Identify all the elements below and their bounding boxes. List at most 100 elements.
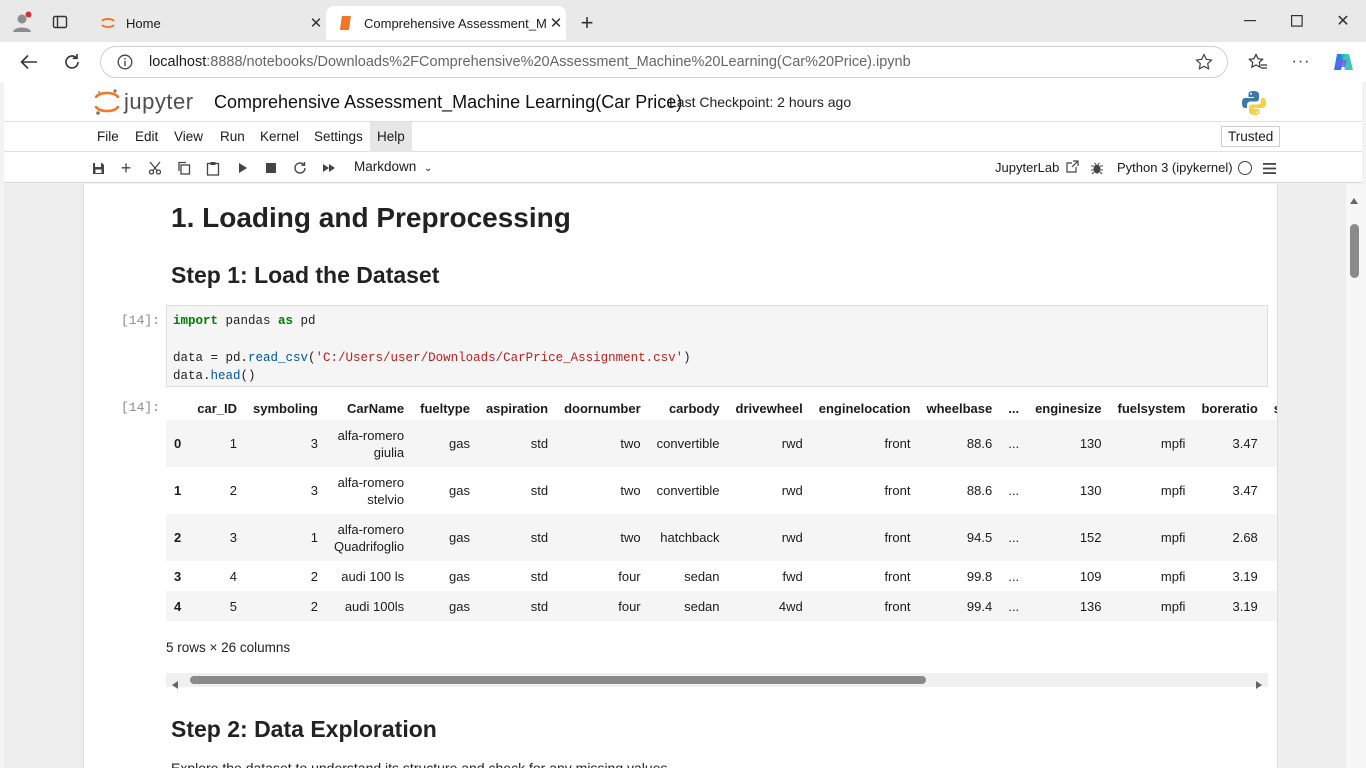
heading-step1: Step 1: Load the Dataset bbox=[171, 262, 440, 288]
profile-avatar-icon[interactable] bbox=[10, 10, 34, 34]
copy-icon[interactable] bbox=[174, 158, 194, 178]
kernel-name[interactable]: Python 3 (ipykernel) bbox=[1117, 160, 1233, 175]
save-icon[interactable] bbox=[88, 158, 108, 178]
column-header: enginelocation bbox=[818, 400, 911, 416]
add-cell-icon[interactable]: + bbox=[116, 158, 136, 178]
cell-enginelocation: front bbox=[884, 598, 911, 614]
cell-boreratio: 3.47 bbox=[1232, 436, 1258, 451]
cell-fuelsystem: mpfi bbox=[1160, 483, 1186, 498]
menu-settings[interactable]: Settings bbox=[307, 122, 370, 152]
cell-fuelsystem: mpfi bbox=[1160, 568, 1186, 584]
favorites-icon[interactable] bbox=[1247, 51, 1269, 73]
browser-tab-bar: Home ✕ Comprehensive Assessment_Mac ✕ + … bbox=[0, 0, 1366, 42]
jupyterlab-link[interactable]: JupyterLab bbox=[995, 160, 1079, 175]
cut-icon[interactable] bbox=[145, 158, 165, 178]
cell-fueltype: gas bbox=[448, 530, 470, 545]
horizontal-scrollbar-thumb[interactable] bbox=[190, 676, 926, 684]
stop-icon[interactable] bbox=[261, 158, 281, 178]
menu-edit[interactable]: Edit bbox=[128, 122, 165, 152]
cell-type-select[interactable]: Markdown ⌄ bbox=[354, 159, 432, 174]
chevron-down-icon: ⌄ bbox=[424, 163, 433, 174]
cell-type-value: Markdown bbox=[354, 159, 417, 174]
tab-actions-icon[interactable] bbox=[50, 12, 70, 32]
cell-stroke: 3.40 bbox=[1266, 561, 1277, 591]
menu-view[interactable]: View bbox=[167, 122, 210, 152]
reload-icon[interactable] bbox=[61, 51, 83, 73]
url-host: localhost bbox=[149, 54, 207, 70]
cell-stroke: 3.47 bbox=[1266, 514, 1277, 561]
close-tab-icon[interactable]: ✕ bbox=[306, 14, 326, 32]
carname-line: alfa-romero bbox=[337, 474, 405, 490]
cell-carbody: convertible bbox=[656, 483, 720, 498]
minimize-icon[interactable] bbox=[1240, 10, 1260, 32]
cell-car_id: 4 bbox=[229, 568, 237, 584]
menu-hamburger-icon[interactable] bbox=[1259, 158, 1279, 178]
code-function: read_csv bbox=[248, 350, 309, 365]
url-path: :8888/notebooks/Downloads%2FComprehensiv… bbox=[206, 54, 911, 70]
code-text: ) bbox=[683, 350, 691, 365]
cell-wheelbase: 99.8 bbox=[966, 568, 993, 584]
code-keyword: import bbox=[173, 314, 219, 328]
column-header: enginesize bbox=[1035, 400, 1102, 416]
tab-home[interactable]: Home ✕ bbox=[88, 6, 326, 40]
jupyter-favicon-icon bbox=[100, 15, 116, 31]
horizontal-scrollbar[interactable] bbox=[166, 673, 1268, 689]
paste-icon[interactable] bbox=[203, 158, 223, 178]
code-cell-editor[interactable]: import pandas as pd data = pd.read_csv('… bbox=[166, 305, 1268, 387]
dataframe-shape-note: 5 rows × 26 columns bbox=[166, 640, 291, 655]
close-window-icon[interactable]: ✕ bbox=[1333, 11, 1353, 31]
carname-line: Quadrifoglio bbox=[334, 538, 405, 554]
cell-doornumber: four bbox=[618, 568, 641, 584]
cell-drivewheel: 4wd bbox=[778, 598, 803, 614]
cell-aspiration: std bbox=[530, 483, 549, 498]
more-options-icon[interactable]: ··· bbox=[1290, 51, 1312, 73]
cell-symboling: 2 bbox=[310, 598, 318, 614]
table-row: 3 4 2 audi 100 ls gas std four sedan fwd front 99.… bbox=[166, 561, 1277, 591]
notebook-favicon-icon bbox=[338, 15, 354, 31]
vertical-scrollbar[interactable] bbox=[1346, 184, 1366, 768]
cell-boreratio: 3.19 bbox=[1232, 568, 1258, 584]
column-header: ... bbox=[1008, 400, 1020, 416]
cell-carbody: sedan bbox=[684, 568, 720, 584]
cell-symboling: 3 bbox=[310, 483, 318, 498]
scroll-left-arrow-icon[interactable] bbox=[172, 676, 178, 694]
scroll-right-arrow-icon[interactable] bbox=[1256, 676, 1262, 694]
vertical-scrollbar-thumb[interactable] bbox=[1350, 224, 1359, 278]
menu-help[interactable]: Help bbox=[370, 122, 412, 152]
debugger-bug-icon[interactable] bbox=[1087, 158, 1107, 178]
cell-symboling: 3 bbox=[310, 436, 318, 451]
code-keyword: as bbox=[278, 314, 294, 328]
favorite-star-icon[interactable] bbox=[1195, 53, 1213, 75]
maximize-icon[interactable] bbox=[1287, 11, 1307, 31]
new-tab-icon[interactable]: + bbox=[576, 10, 598, 35]
menu-kernel[interactable]: Kernel bbox=[253, 122, 306, 152]
carname-line: giulia bbox=[373, 444, 405, 460]
trusted-badge[interactable]: Trusted bbox=[1221, 126, 1281, 147]
browser-address-bar: localhost:8888/notebooks/Downloads%2FCom… bbox=[0, 42, 1366, 82]
cell-wheelbase: 88.6 bbox=[966, 483, 993, 498]
scroll-up-arrow-icon[interactable] bbox=[1350, 191, 1358, 209]
restart-icon[interactable] bbox=[290, 158, 310, 178]
url-bar[interactable]: localhost:8888/notebooks/Downloads%2FCom… bbox=[100, 46, 1228, 78]
menu-run[interactable]: Run bbox=[213, 122, 252, 152]
close-tab-icon[interactable]: ✕ bbox=[546, 14, 566, 32]
notebook-title[interactable]: Comprehensive Assessment_Machine Learnin… bbox=[214, 92, 682, 113]
copilot-icon[interactable] bbox=[1331, 50, 1355, 74]
jupyter-logo[interactable]: jupyter bbox=[94, 87, 202, 117]
cell-fuelsystem: mpfi bbox=[1160, 598, 1186, 614]
table-row: 2 3 1 alfa-romero Quadrifoglio gas std two hatch… bbox=[166, 514, 1277, 561]
back-arrow-icon[interactable] bbox=[18, 51, 40, 73]
cell-fueltype: gas bbox=[448, 598, 470, 614]
kernel-status-circle-icon bbox=[1238, 161, 1252, 175]
tab-notebook[interactable]: Comprehensive Assessment_Mac ✕ bbox=[326, 6, 566, 40]
cell-carname: alfa-romero Quadrifoglio bbox=[326, 514, 412, 561]
run-all-icon[interactable] bbox=[319, 158, 339, 178]
site-info-icon[interactable] bbox=[101, 54, 149, 70]
run-icon[interactable] bbox=[233, 158, 253, 178]
cell-carbody: sedan bbox=[684, 598, 720, 614]
code-text: pandas bbox=[218, 314, 279, 328]
cell-enginesize: 130 bbox=[1079, 483, 1102, 498]
menu-file[interactable]: File bbox=[90, 122, 126, 152]
cell-fuelsystem: mpfi bbox=[1160, 530, 1186, 545]
column-header: fueltype bbox=[420, 400, 470, 416]
